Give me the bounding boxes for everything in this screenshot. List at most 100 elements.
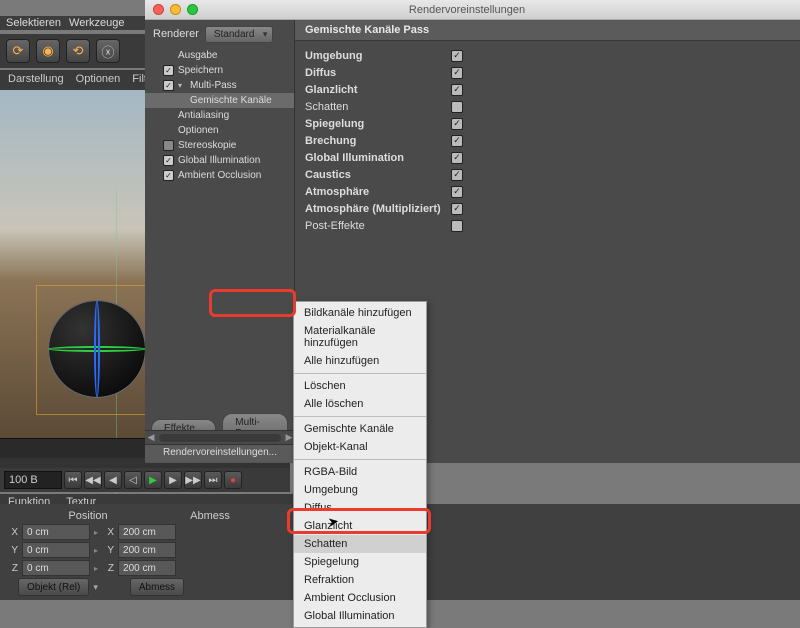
stepper-icon[interactable]: ▸ [94,564,98,573]
render-region-icon[interactable]: ◉ [36,39,60,63]
tree-item[interactable]: ✓ Global Illumination [145,153,294,168]
pass-checkbox[interactable]: ✓ [451,169,463,181]
scroll-track[interactable] [159,434,281,442]
pass-checkbox[interactable]: ✓ [451,203,463,215]
sphere-object[interactable] [48,300,146,398]
checkbox-icon[interactable]: ✓ [163,65,174,76]
next-frame-icon[interactable]: ▶ [164,471,182,489]
stepper-icon[interactable]: ▸ [94,528,98,537]
pass-checkbox[interactable]: ✓ [451,152,463,164]
menu-item[interactable]: Objekt-Kanal [294,438,426,456]
tree-item-label: Global Illumination [178,155,260,166]
coord-pos-input[interactable] [22,560,90,576]
tree-item[interactable]: ✓Ambient Occlusion [145,168,294,183]
prev-frame-icon[interactable]: ◀ [104,471,122,489]
render-settings-tree[interactable]: Ausgabe✓Speichern✓▾Multi-PassGemischte K… [145,48,294,232]
render-icon[interactable]: ⟳ [6,39,30,63]
play-back-icon[interactable]: ◁ [124,471,142,489]
menu-select[interactable]: Selektieren [6,17,61,29]
tree-item[interactable]: Antialiasing [145,108,294,123]
menu-item[interactable]: Global Illumination [294,607,426,625]
pass-row[interactable]: Global Illumination✓ [305,149,790,166]
coord-pos-input[interactable] [22,524,90,540]
scroll-left-icon[interactable]: ◀ [145,432,157,443]
tab-optionen[interactable]: Optionen [76,73,121,87]
viewport[interactable] [0,90,145,438]
menu-item[interactable]: Spiegelung [294,553,426,571]
close-window-icon[interactable] [153,4,164,15]
menu-item[interactable]: Löschen [294,377,426,395]
coord-axis-label: Y [6,545,18,556]
pass-checkbox[interactable]: ✓ [451,67,463,79]
pass-row[interactable]: Brechung✓ [305,132,790,149]
menu-item[interactable]: Glanzlicht [294,517,426,535]
tree-item[interactable]: Stereoskopie [145,138,294,153]
next-key-icon[interactable]: ▶▶ [184,471,202,489]
menu-tools[interactable]: Werkzeuge [69,17,124,29]
play-icon[interactable]: ▶ [144,471,162,489]
pass-row[interactable]: Atmosphäre✓ [305,183,790,200]
multipass-context-menu[interactable]: Bildkanäle hinzufügenMaterialkanäle hinz… [293,301,427,628]
menu-item[interactable]: Refraktion [294,571,426,589]
tab-darstellung[interactable]: Darstellung [8,73,64,87]
current-frame-field[interactable] [4,471,62,489]
menu-item[interactable]: Ambient Occlusion [294,589,426,607]
coord-pos-input[interactable] [22,542,90,558]
pass-checkbox[interactable]: ✓ [451,118,463,130]
render-settings-footer[interactable]: Rendervoreinstellungen... [145,444,295,462]
pass-row[interactable]: Diffus✓ [305,64,790,81]
goto-end-icon[interactable]: ⏭ [204,471,222,489]
menu-item[interactable]: Gemischte Kanäle [294,420,426,438]
host-menu-bar[interactable]: Selektieren Werkzeuge [0,16,145,30]
coord-size-input[interactable] [118,542,176,558]
menu-item[interactable]: Diffus [294,499,426,517]
prev-key-icon[interactable]: ◀◀ [84,471,102,489]
tree-item[interactable]: Ausgabe [145,48,294,63]
pass-row[interactable]: Umgebung✓ [305,47,790,64]
pass-checkbox[interactable]: ✓ [451,84,463,96]
tree-item[interactable]: Gemischte Kanäle [145,93,294,108]
tree-item[interactable]: ✓Speichern [145,63,294,78]
tree-item[interactable]: ✓▾Multi-Pass [145,78,294,93]
pass-checkbox[interactable]: ✓ [451,135,463,147]
menu-item[interactable]: Umgebung [294,481,426,499]
tree-item[interactable]: Optionen [145,123,294,138]
coord-axis-label2: X [102,527,114,538]
menu-item[interactable]: Alle löschen [294,395,426,413]
tree-scrollbar[interactable]: ◀ ▶ [145,430,295,444]
pass-row[interactable]: Glanzlicht✓ [305,81,790,98]
pass-checkbox[interactable]: ✓ [451,50,463,62]
menu-item[interactable]: Schatten [294,535,426,553]
pass-row[interactable]: Spiegelung✓ [305,115,790,132]
pass-checkbox[interactable] [451,220,463,232]
render-pv-icon[interactable]: ⟲ [66,39,90,63]
pass-row[interactable]: Schatten [305,98,790,115]
checkbox-icon[interactable]: ✓ [163,155,174,166]
menu-item[interactable]: Bildkanäle hinzufügen [294,304,426,322]
coord-size-button[interactable]: Abmess [130,578,184,596]
minimize-window-icon[interactable] [170,4,181,15]
menu-item[interactable]: RGBA-Bild [294,463,426,481]
checkbox-icon[interactable]: ✓ [163,170,174,181]
disclosure-icon[interactable]: ▾ [178,81,186,90]
record-icon[interactable]: ● [224,471,242,489]
zoom-window-icon[interactable] [187,4,198,15]
checkbox-icon[interactable]: ✓ [163,80,174,91]
checkbox-icon[interactable] [163,140,174,151]
pass-row[interactable]: Post-Effekte [305,217,790,234]
pass-checkbox[interactable]: ✓ [451,186,463,198]
pass-label: Atmosphäre (Multipliziert) [305,203,447,215]
pass-row[interactable]: Atmosphäre (Multipliziert) ✓ [305,200,790,217]
coord-size-input[interactable] [118,524,176,540]
menu-item[interactable]: Alle hinzufügen [294,352,426,370]
render-stop-icon[interactable]: ⓧ [96,39,120,63]
stepper-icon[interactable]: ▸ [94,546,98,555]
pass-row[interactable]: Caustics✓ [305,166,790,183]
coord-size-input[interactable] [118,560,176,576]
renderer-dropdown[interactable]: Standard [205,26,274,43]
menu-item[interactable]: Materialkanäle hinzufügen [294,322,426,352]
host-view-tabs[interactable]: Darstellung Optionen Filt [0,70,145,90]
coord-mode-button[interactable]: Objekt (Rel) [18,578,89,596]
goto-start-icon[interactable]: ⏮ [64,471,82,489]
pass-checkbox[interactable] [451,101,463,113]
